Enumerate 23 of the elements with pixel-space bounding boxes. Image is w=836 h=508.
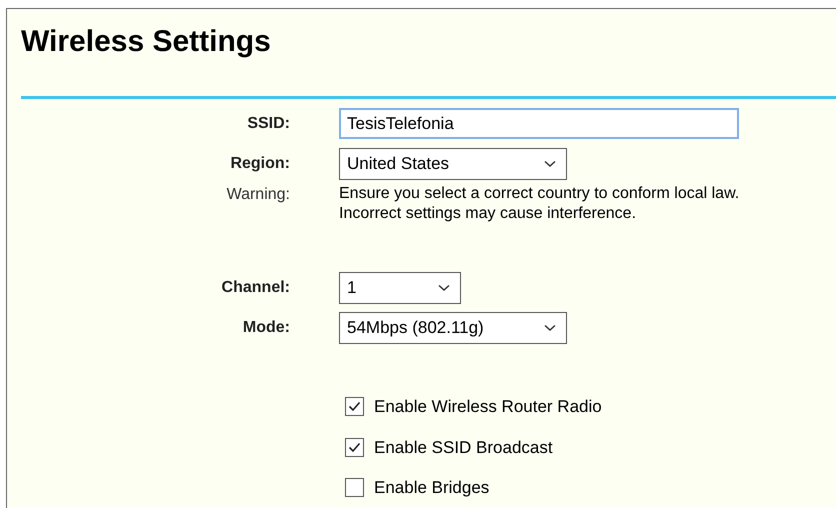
- field-label: Mode:: [242, 318, 290, 338]
- ssid-field[interactable]: TesisTelefonia: [339, 108, 739, 139]
- checkbox[interactable]: [345, 397, 364, 416]
- checkmark-icon: [348, 401, 361, 412]
- dropdown[interactable]: 1: [339, 272, 461, 304]
- field-label: Region:: [229, 154, 290, 174]
- checkmark-icon: [348, 442, 361, 453]
- warning-text: Ensure you select a correct country to conform local law.: [339, 184, 740, 204]
- field-label: Channel:: [220, 278, 290, 298]
- field-label: SSID:: [246, 114, 290, 134]
- page-title: Wireless Settings: [21, 25, 271, 59]
- checkbox-label: Enable Wireless Router Radio: [374, 396, 602, 418]
- checkbox[interactable]: [345, 438, 364, 457]
- chevron-down-icon: [544, 324, 556, 332]
- checkbox[interactable]: [345, 478, 364, 498]
- dropdown[interactable]: United States: [339, 148, 567, 180]
- checkbox-label: Enable Bridges: [374, 477, 490, 499]
- field-label: Warning:: [226, 185, 291, 205]
- dropdown[interactable]: 54Mbps (802.11g): [339, 312, 567, 344]
- chevron-down-icon: [544, 160, 556, 168]
- chevron-down-icon: [438, 284, 450, 292]
- checkbox-label: Enable SSID Broadcast: [374, 436, 553, 458]
- warning-text: Incorrect settings may cause interference.: [339, 204, 638, 224]
